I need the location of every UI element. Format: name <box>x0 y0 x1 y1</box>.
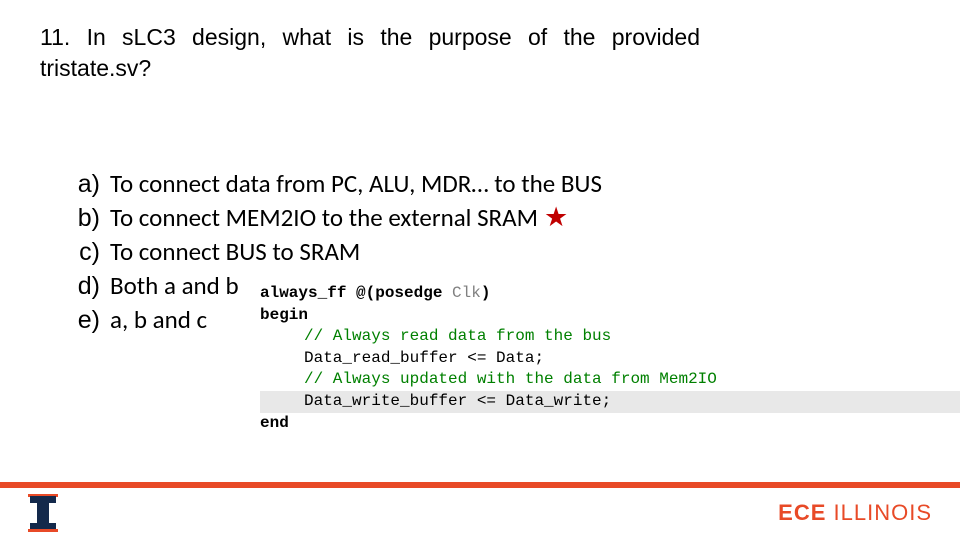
code-comment: // Always updated with the data from Mem… <box>260 369 960 391</box>
answer-text: Both a and b <box>110 270 239 301</box>
code-snippet: always_ff @(posedge Clk) begin // Always… <box>260 283 960 434</box>
footer-illinois: ILLINOIS <box>826 500 932 525</box>
answer-letter: e) <box>74 306 110 335</box>
slide: 11. In sLC3 design, what is the purpose … <box>0 0 960 540</box>
answer-letter: c) <box>74 238 110 267</box>
code-line-highlight: Data_write_buffer <= Data_write; <box>260 391 960 413</box>
answer-text: To connect data from PC, ALU, MDR… to th… <box>110 168 602 199</box>
code-line: Data_read_buffer <= Data; <box>260 348 960 370</box>
answer-text: To connect MEM2IO to the external SRAM <box>110 202 538 233</box>
code-token: ) <box>481 284 491 302</box>
code-token: Clk <box>452 284 481 302</box>
code-comment: // Always read data from the bus <box>260 326 960 348</box>
answer-b: b) To connect MEM2IO to the external SRA… <box>74 202 602 233</box>
code-token: always_ff @(posedge <box>260 284 452 302</box>
question-text: 11. In sLC3 design, what is the purpose … <box>40 22 700 84</box>
correct-star-icon: ★ <box>544 202 568 233</box>
answer-a: a) To connect data from PC, ALU, MDR… to… <box>74 168 602 199</box>
code-line: always_ff @(posedge Clk) <box>260 283 960 305</box>
code-line: begin <box>260 305 960 327</box>
answer-c: c) To connect BUS to SRAM <box>74 236 602 267</box>
answer-text: a, b and c <box>110 304 207 335</box>
footer-brand: ECE ILLINOIS <box>778 500 932 526</box>
answer-letter: a) <box>74 170 110 199</box>
footer: ECE ILLINOIS <box>0 488 960 540</box>
answer-text: To connect BUS to SRAM <box>110 236 360 267</box>
footer-ece: ECE <box>778 500 826 525</box>
answer-letter: b) <box>74 204 110 233</box>
answer-letter: d) <box>74 272 110 301</box>
illinois-block-i-icon <box>28 496 58 530</box>
code-line: end <box>260 413 960 435</box>
